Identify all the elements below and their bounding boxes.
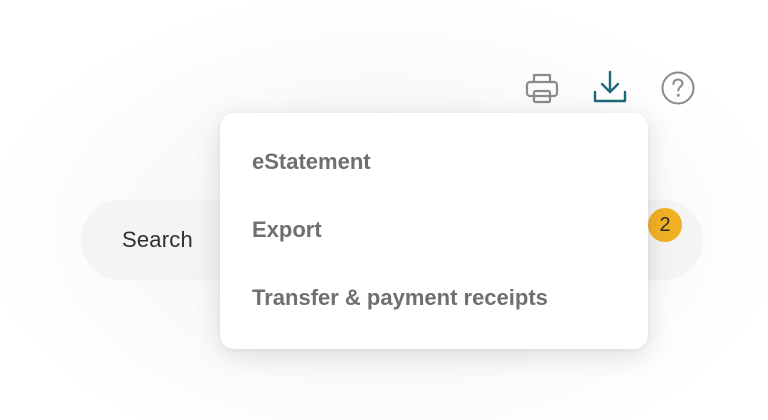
download-button[interactable] <box>590 68 630 108</box>
printer-icon <box>522 68 562 108</box>
download-menu: eStatement Export Transfer & payment rec… <box>220 113 648 349</box>
search-label: Search <box>122 227 193 252</box>
page-background: Search 2 eStatement Export Transfer & pa… <box>0 0 768 420</box>
notification-badge: 2 <box>648 208 682 242</box>
download-icon <box>590 68 630 108</box>
print-button[interactable] <box>522 68 562 108</box>
menu-item-export[interactable]: Export <box>252 210 628 250</box>
help-button[interactable] <box>658 68 698 108</box>
help-icon <box>658 68 698 108</box>
menu-item-estatement[interactable]: eStatement <box>252 142 628 182</box>
menu-item-transfer-payment-receipts[interactable]: Transfer & payment receipts <box>252 278 628 318</box>
